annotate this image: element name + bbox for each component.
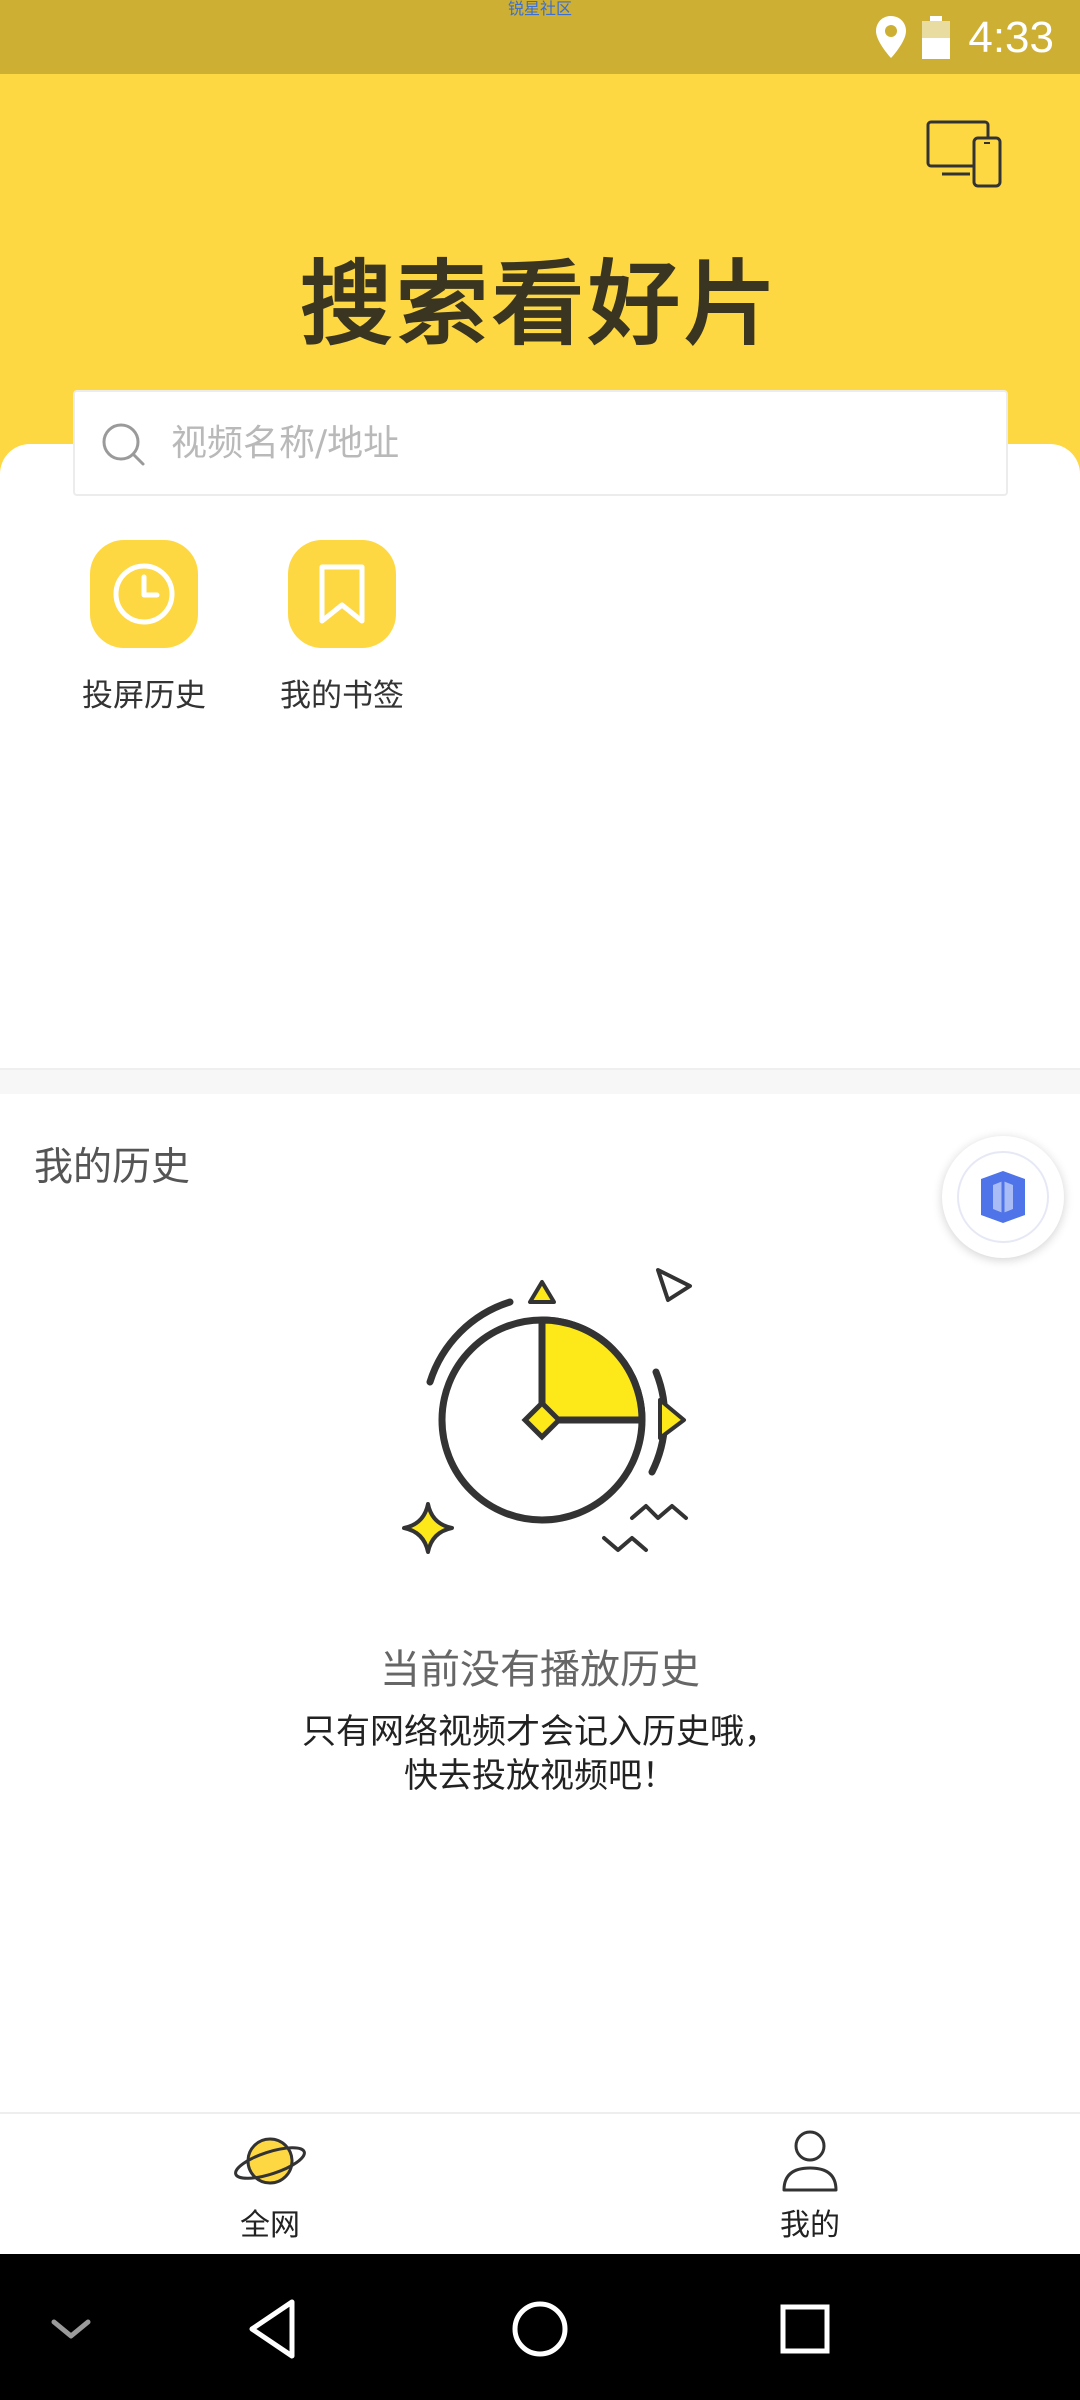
collapse-icon[interactable]	[36, 2294, 106, 2364]
page-headline: 搜索看好片	[299, 251, 780, 358]
tab-all-web-label: 全网	[240, 2208, 300, 2243]
empty-history-title: 当前没有播放历史	[380, 1647, 700, 1693]
back-icon[interactable]	[240, 2294, 310, 2364]
recents-icon[interactable]	[770, 2294, 840, 2364]
empty-history-description: 只有网络视频才会记入历史哦， 快去投放视频吧！	[0, 1710, 1080, 1798]
search-placeholder: 视频名称/地址	[171, 423, 400, 464]
location-icon	[876, 16, 906, 58]
system-nav-bar	[0, 2254, 1080, 2400]
section-divider	[0, 1068, 1080, 1094]
search-icon	[102, 423, 145, 466]
tab-all-web[interactable]: 全网	[170, 2128, 370, 2246]
person-icon	[782, 2130, 838, 2192]
clock-icon	[90, 540, 198, 648]
search-input[interactable]: 视频名称/地址	[73, 390, 1008, 496]
battery-icon	[922, 16, 950, 59]
status-time: 4:33	[968, 13, 1054, 62]
cast-device-icon[interactable]	[926, 118, 1002, 190]
tab-mine[interactable]: 我的	[710, 2128, 910, 2246]
status-bar: 锐星社区 4:33	[0, 0, 1080, 74]
status-watermark: 锐星社区	[507, 0, 572, 18]
bottom-tab-bar: 全网 我的	[0, 2112, 1080, 2254]
empty-history-illustration	[402, 1268, 692, 1554]
bookmarks-label: 我的书签	[280, 678, 404, 714]
bookmark-icon	[288, 540, 396, 648]
home-icon[interactable]	[505, 2294, 575, 2364]
content-sheet	[0, 444, 1080, 1068]
cube-icon	[981, 1171, 1025, 1223]
bookmarks-button[interactable]: 我的书签	[242, 540, 442, 718]
cast-history-button[interactable]: 投屏历史	[44, 540, 244, 718]
tab-mine-label: 我的	[780, 2208, 840, 2243]
history-title: 我的历史	[34, 1145, 191, 1190]
floating-action-button[interactable]	[942, 1136, 1064, 1258]
app-screen: 锐星社区 4:33 搜索看好片 视频名称/地址 投屏历史 我的书签 我的历史 当…	[0, 0, 1080, 2400]
planet-icon	[234, 2137, 306, 2185]
empty-history-line-2: 快去投放视频吧！	[404, 1756, 676, 1796]
empty-history-line-1: 只有网络视频才会记入历史哦，	[302, 1712, 778, 1752]
cast-history-label: 投屏历史	[82, 678, 206, 714]
